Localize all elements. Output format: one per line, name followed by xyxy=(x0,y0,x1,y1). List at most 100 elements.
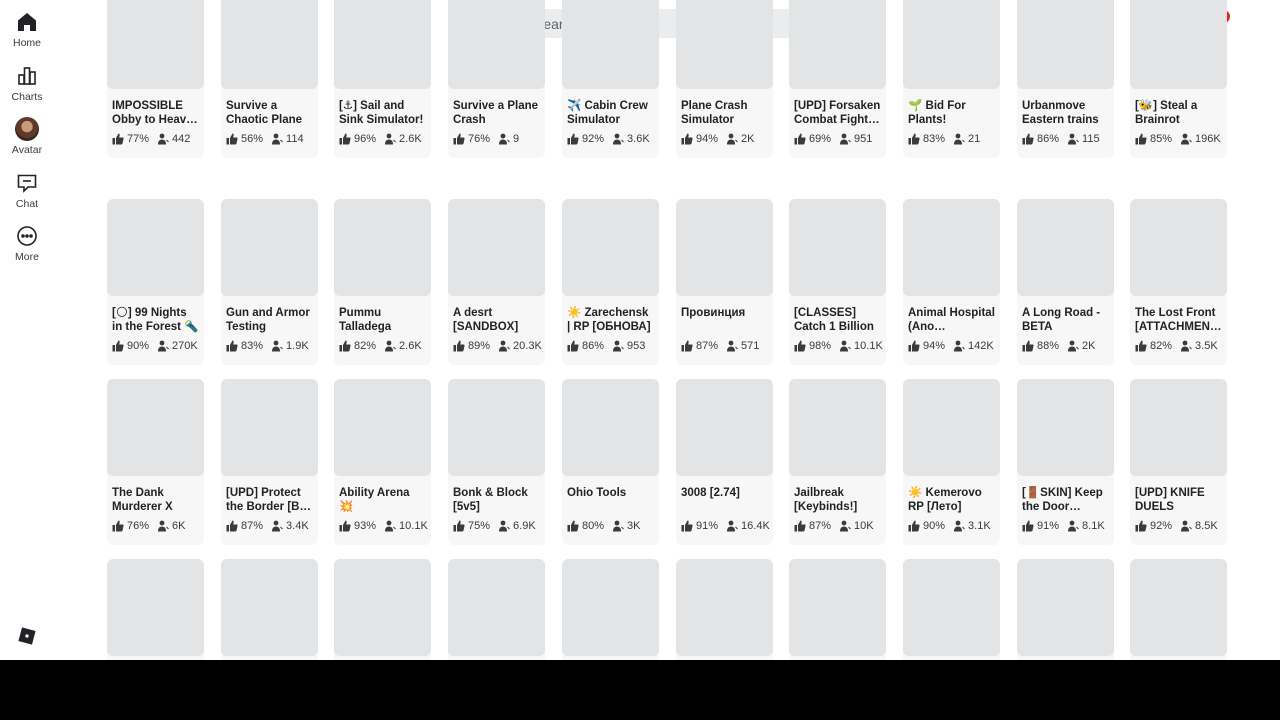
roblox-logo-icon[interactable] xyxy=(18,627,36,645)
game-card-placeholder[interactable] xyxy=(1130,559,1227,660)
game-card-placeholder[interactable] xyxy=(789,559,886,660)
game-card-placeholder[interactable] xyxy=(334,559,431,660)
game-player-count: 2.6K xyxy=(399,133,422,145)
game-card[interactable]: Gun and Armor Testing 83% 1.9K xyxy=(221,199,318,365)
game-card[interactable]: The Dank Murderer X 76% 6K xyxy=(107,379,204,545)
game-card[interactable]: ☀️ Zarechensk | RP [ОБНОВА] 86% 953 xyxy=(562,199,659,365)
player-count-icon xyxy=(272,133,283,145)
game-rating: 76% xyxy=(127,520,150,532)
game-title: Urbanmove Eastern trains xyxy=(1022,100,1099,126)
game-card[interactable]: Pummu Talladega 82% 2.6K xyxy=(334,199,431,365)
sidebar-item-chat[interactable]: Chat xyxy=(0,171,54,221)
game-rating: 82% xyxy=(354,340,377,352)
game-stats: 91% 16.4K xyxy=(676,520,773,532)
game-thumbnail xyxy=(221,199,318,296)
game-player-count: 16.4K xyxy=(741,520,770,532)
sidebar-item-avatar[interactable]: Avatar xyxy=(0,117,54,167)
thumbs-up-icon xyxy=(1022,133,1034,145)
game-thumbnail xyxy=(1017,559,1114,656)
game-card-placeholder[interactable] xyxy=(903,559,1000,660)
player-count-icon xyxy=(954,340,965,352)
game-card[interactable]: Провинция 87% 571 xyxy=(676,199,773,365)
game-card-placeholder[interactable] xyxy=(448,559,545,660)
game-stats: 96% 2.6K xyxy=(334,133,431,145)
game-rating: 92% xyxy=(1150,520,1173,532)
game-card[interactable]: 3008 [2.74] 91% 16.4K xyxy=(676,379,773,545)
game-title: Ability Arena 💥 xyxy=(339,487,410,513)
game-thumbnail xyxy=(107,379,204,476)
game-stats: 83% 21 xyxy=(903,133,1000,145)
game-card[interactable]: Animal Hospital (Ano… 94% 142K xyxy=(903,199,1000,365)
game-title: 3008 [2.74] xyxy=(681,487,740,499)
player-count-icon xyxy=(727,520,738,532)
player-count-icon xyxy=(1181,520,1192,532)
game-card[interactable]: Ohio Tools 80% 3K xyxy=(562,379,659,545)
game-card[interactable]: Ability Arena 💥 93% 10.1K xyxy=(334,379,431,545)
game-thumbnail xyxy=(334,379,431,476)
game-card[interactable]: Bonk & Block [5v5] 75% 6.9K xyxy=(448,379,545,545)
game-card[interactable]: [CLASSES] Catch 1 Billion 98% 10.1K xyxy=(789,199,886,365)
game-card[interactable]: [UPD] Protect the Border [B… 87% 3.4K xyxy=(221,379,318,545)
game-card[interactable]: Survive a Chaotic Plane 56% 114 xyxy=(221,0,318,158)
sidebar-item-label: Avatar xyxy=(11,144,43,156)
game-title: [🐝] Steal a Brainrot xyxy=(1135,100,1198,126)
game-player-count: 3K xyxy=(627,520,641,532)
game-card-placeholder[interactable] xyxy=(1017,559,1114,660)
game-card[interactable]: A Long Road - BETA 88% 2K xyxy=(1017,199,1114,365)
game-card-placeholder[interactable] xyxy=(221,559,318,660)
game-card[interactable]: Survive a Plane Crash 76% 9 xyxy=(448,0,545,158)
game-title: ✈️ Cabin Crew Simulator xyxy=(567,100,648,126)
thumbs-up-icon xyxy=(226,133,238,145)
search-bar[interactable] xyxy=(502,9,835,38)
game-thumbnail xyxy=(221,379,318,476)
game-title: [🚪SKIN] Keep the Door Lock… xyxy=(1022,487,1103,513)
player-count-icon xyxy=(613,133,624,145)
game-card[interactable]: Urbanmove Eastern trains 86% 115 xyxy=(1017,0,1114,158)
game-title: Ohio Tools xyxy=(567,487,627,499)
game-thumbnail xyxy=(676,379,773,476)
game-title: Survive a Chaotic Plane xyxy=(226,100,303,126)
game-card[interactable]: [🐝] Steal a Brainrot 85% 196K xyxy=(1130,0,1227,158)
game-player-count: 3.6K xyxy=(627,133,650,145)
game-thumbnail xyxy=(1017,0,1114,89)
game-card[interactable]: ☀️ Kemerovo RP [Лето] 90% 3.1K xyxy=(903,379,1000,545)
game-rating: 98% xyxy=(809,340,832,352)
thumbs-up-icon xyxy=(681,340,693,352)
game-player-count: 6K xyxy=(172,520,186,532)
game-card[interactable]: [⚓] Sail and Sink Simulator! 96% 2.6K xyxy=(334,0,431,158)
game-card[interactable]: A desrt [SANDBOX] 89% 20.3K xyxy=(448,199,545,365)
game-card[interactable]: Plane Crash Simulator 94% 2K xyxy=(676,0,773,158)
sidebar-item-charts[interactable]: Charts xyxy=(0,64,54,114)
player-count-icon xyxy=(840,340,851,352)
game-card[interactable]: The Lost Front [ATTACHMEN… 82% 3.5K xyxy=(1130,199,1227,365)
game-player-count: 114 xyxy=(286,133,304,145)
game-card[interactable]: [UPD] KNIFE DUELS 92% 8.5K xyxy=(1130,379,1227,545)
game-thumbnail xyxy=(1130,199,1227,296)
game-card-placeholder[interactable] xyxy=(562,559,659,660)
game-thumbnail xyxy=(789,0,886,89)
game-thumbnail xyxy=(676,559,773,656)
game-card[interactable]: 🌱 Bid For Plants! 83% 21 xyxy=(903,0,1000,158)
game-card[interactable]: ✈️ Cabin Crew Simulator 92% 3.6K xyxy=(562,0,659,158)
sidebar-item-more[interactable]: More xyxy=(0,224,54,274)
thumbs-up-icon xyxy=(794,340,806,352)
game-thumbnail xyxy=(334,0,431,89)
game-card[interactable]: [UPD] Forsaken Combat Fight… 69% 951 xyxy=(789,0,886,158)
player-count-icon xyxy=(727,340,738,352)
game-card[interactable]: [🌕] 99 Nights in the Forest 🔦 90% 270K xyxy=(107,199,204,365)
game-thumbnail xyxy=(1017,379,1114,476)
game-card[interactable]: Jailbreak [Keybinds!] 87% 10K xyxy=(789,379,886,545)
game-player-count: 953 xyxy=(627,340,646,352)
game-rating: 88% xyxy=(1037,340,1060,352)
thumbs-up-icon xyxy=(1022,520,1034,532)
thumbs-up-icon xyxy=(112,133,124,145)
sidebar-item-home[interactable]: Home xyxy=(0,10,54,60)
game-stats: 83% 1.9K xyxy=(221,340,318,352)
thumbs-up-icon xyxy=(794,520,806,532)
game-card[interactable]: IMPOSSIBLE Obby to Heav… 77% 442 xyxy=(107,0,204,158)
game-card-placeholder[interactable] xyxy=(676,559,773,660)
game-thumbnail xyxy=(903,199,1000,296)
game-card[interactable]: [🚪SKIN] Keep the Door Lock… 91% 8.1K xyxy=(1017,379,1114,545)
game-card-placeholder[interactable] xyxy=(107,559,204,660)
game-player-count: 3.1K xyxy=(968,520,991,532)
